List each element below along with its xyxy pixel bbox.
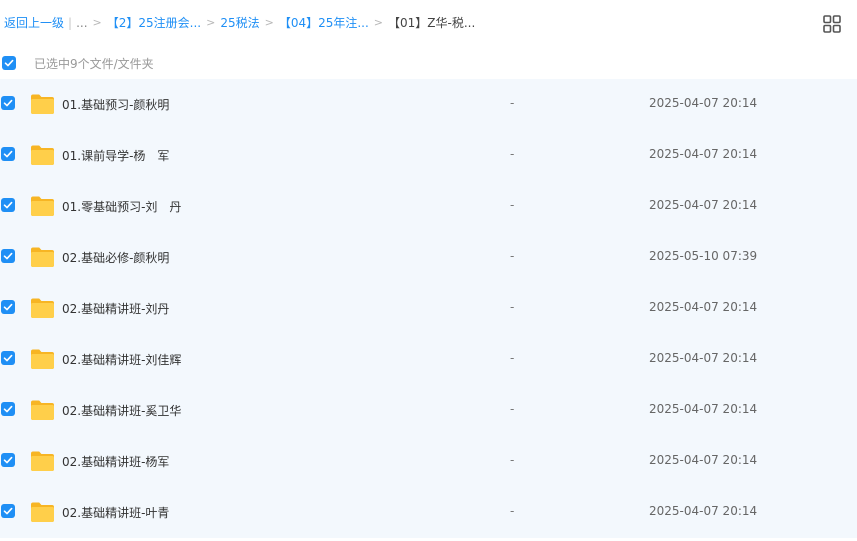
folder-icon	[30, 246, 55, 268]
file-size: -	[510, 147, 515, 161]
checkbox-checked-icon	[3, 507, 13, 515]
folder-icon	[30, 195, 55, 217]
file-row[interactable]: 02.基础必修-颜秋明 - 2025-05-10 07:39	[0, 232, 857, 283]
file-size: -	[510, 402, 515, 416]
file-modified-date: 2025-04-07 20:14	[649, 402, 758, 416]
breadcrumb: 返回上一级 | ... > 【2】25注册会... > 25税法 > 【04】2…	[4, 14, 475, 31]
file-name: 02.基础精讲班-奚卫华	[62, 404, 182, 418]
checkbox-checked-icon	[3, 99, 13, 107]
checkbox-checked-icon	[3, 201, 13, 209]
file-name: 02.基础精讲班-刘佳辉	[62, 353, 182, 367]
selection-count: 已选中9个文件/文件夹	[34, 56, 154, 71]
chevron-right-icon: >	[264, 16, 274, 29]
folder-icon	[30, 144, 55, 166]
row-checkbox[interactable]	[1, 96, 15, 110]
file-size: -	[510, 96, 515, 110]
select-all-checkbox[interactable]	[2, 56, 16, 70]
file-row[interactable]: 02.基础精讲班-叶青 - 2025-04-07 20:14	[0, 487, 857, 538]
file-name: 01.课前导学-杨 军	[62, 149, 170, 163]
file-size: -	[510, 351, 515, 365]
breadcrumb-ellipsis[interactable]: ...	[76, 16, 87, 30]
file-modified-date: 2025-04-07 20:14	[649, 198, 758, 212]
folder-icon	[30, 399, 55, 421]
file-size: -	[510, 198, 515, 212]
row-checkbox[interactable]	[1, 504, 15, 518]
file-modified-date: 2025-04-07 20:14	[649, 351, 758, 365]
file-size: -	[510, 453, 515, 467]
file-list: 01.基础预习-颜秋明 - 2025-04-07 20:14 01.课前导学-杨…	[0, 79, 857, 538]
row-checkbox[interactable]	[1, 453, 15, 467]
folder-icon	[30, 348, 55, 370]
grid-view-icon[interactable]	[823, 15, 841, 33]
row-checkbox[interactable]	[1, 402, 15, 416]
file-row[interactable]: 02.基础精讲班-刘佳辉 - 2025-04-07 20:14	[0, 334, 857, 385]
row-checkbox[interactable]	[1, 249, 15, 263]
selection-bar: 已选中9个文件/文件夹	[0, 50, 857, 76]
file-size: -	[510, 504, 515, 518]
file-modified-date: 2025-05-10 07:39	[649, 249, 758, 263]
file-name: 01.基础预习-颜秋明	[62, 98, 170, 112]
file-row[interactable]: 01.课前导学-杨 军 - 2025-04-07 20:14	[0, 130, 857, 181]
file-row[interactable]: 02.基础精讲班-杨军 - 2025-04-07 20:14	[0, 436, 857, 487]
file-modified-date: 2025-04-07 20:14	[649, 453, 758, 467]
row-checkbox[interactable]	[1, 198, 15, 212]
folder-icon	[30, 501, 55, 523]
checkbox-checked-icon	[4, 59, 14, 67]
chevron-right-icon: >	[92, 16, 102, 29]
file-name: 02.基础精讲班-杨军	[62, 455, 170, 469]
file-name: 01.零基础预习-刘 丹	[62, 200, 182, 214]
folder-icon	[30, 93, 55, 115]
file-row[interactable]: 01.基础预习-颜秋明 - 2025-04-07 20:14	[0, 79, 857, 130]
file-modified-date: 2025-04-07 20:14	[649, 96, 758, 110]
chevron-right-icon: >	[206, 16, 216, 29]
row-checkbox[interactable]	[1, 147, 15, 161]
file-modified-date: 2025-04-07 20:14	[649, 504, 758, 518]
checkbox-checked-icon	[3, 405, 13, 413]
breadcrumb-item[interactable]: 25税法	[220, 14, 259, 31]
chevron-right-icon: >	[373, 16, 384, 29]
checkbox-checked-icon	[3, 354, 13, 362]
folder-icon	[30, 450, 55, 472]
checkbox-checked-icon	[3, 252, 13, 260]
checkbox-checked-icon	[3, 150, 13, 158]
back-link[interactable]: 返回上一级	[4, 14, 64, 31]
top-bar: 返回上一级 | ... > 【2】25注册会... > 25税法 > 【04】2…	[0, 0, 857, 46]
file-name: 02.基础必修-颜秋明	[62, 251, 170, 265]
file-name: 02.基础精讲班-叶青	[62, 506, 170, 520]
file-name: 02.基础精讲班-刘丹	[62, 302, 170, 316]
breadcrumb-item[interactable]: 【2】25注册会...	[107, 14, 201, 31]
file-modified-date: 2025-04-07 20:14	[649, 147, 758, 161]
file-modified-date: 2025-04-07 20:14	[649, 300, 758, 314]
file-size: -	[510, 300, 515, 314]
breadcrumb-item[interactable]: 【04】25年注...	[279, 14, 369, 31]
file-size: -	[510, 249, 515, 263]
checkbox-checked-icon	[3, 303, 13, 311]
row-checkbox[interactable]	[1, 351, 15, 365]
breadcrumb-current: 【01】Z华-税...	[388, 16, 476, 30]
file-row[interactable]: 02.基础精讲班-奚卫华 - 2025-04-07 20:14	[0, 385, 857, 436]
breadcrumb-divider: |	[68, 15, 73, 30]
row-checkbox[interactable]	[1, 300, 15, 314]
file-row[interactable]: 01.零基础预习-刘 丹 - 2025-04-07 20:14	[0, 181, 857, 232]
checkbox-checked-icon	[3, 456, 13, 464]
folder-icon	[30, 297, 55, 319]
file-row[interactable]: 02.基础精讲班-刘丹 - 2025-04-07 20:14	[0, 283, 857, 334]
